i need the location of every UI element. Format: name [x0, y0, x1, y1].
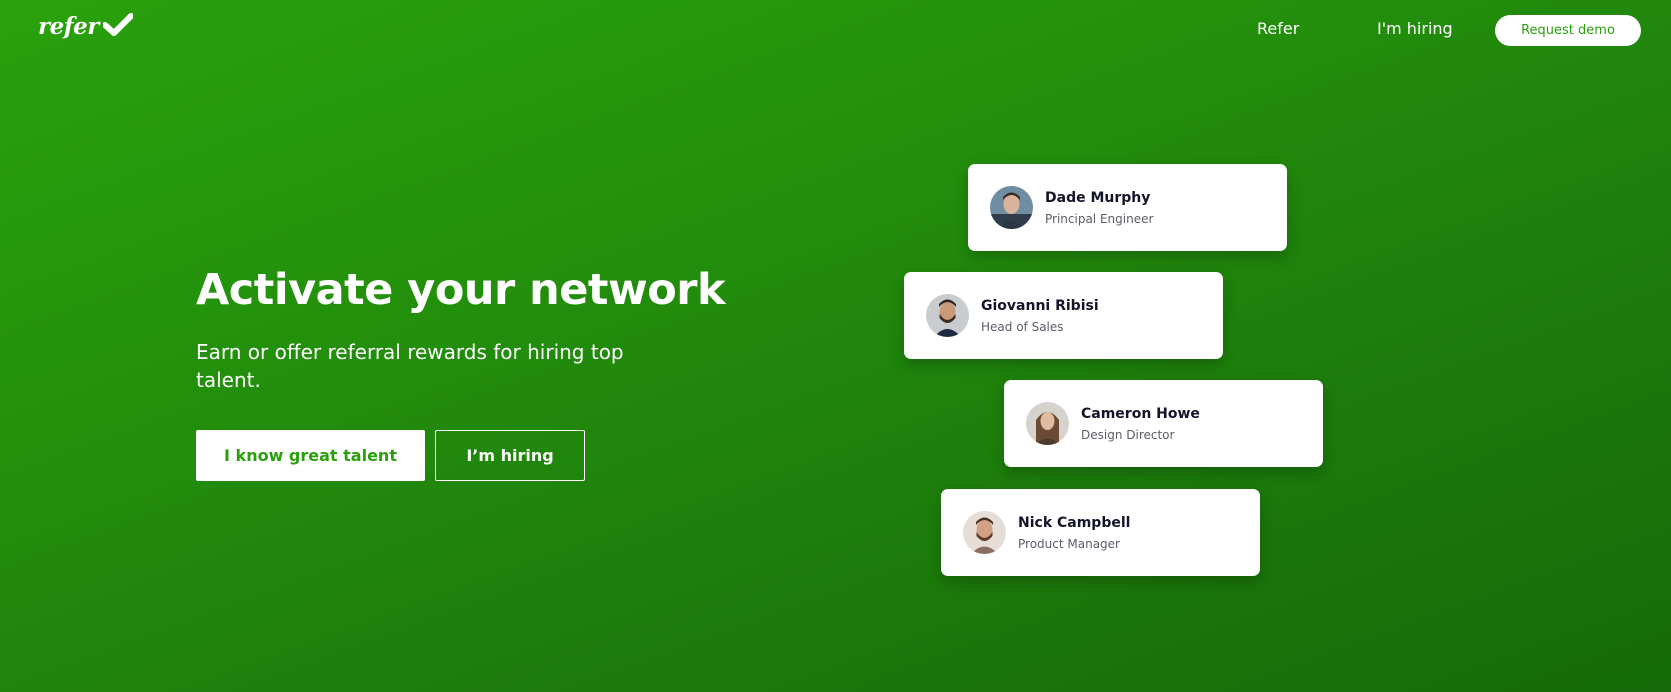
- card-name: Giovanni Ribisi: [981, 297, 1099, 314]
- avatar: [1026, 402, 1069, 445]
- avatar: [963, 511, 1006, 554]
- nav-hiring-link[interactable]: I'm hiring: [1377, 19, 1453, 38]
- avatar: [990, 186, 1033, 229]
- know-talent-button[interactable]: I know great talent: [196, 430, 425, 481]
- profile-card: Dade Murphy Principal Engineer: [968, 164, 1287, 251]
- profile-card: Cameron Howe Design Director: [1004, 380, 1323, 467]
- profile-card: Nick Campbell Product Manager: [941, 489, 1260, 576]
- card-role: Design Director: [1081, 427, 1175, 442]
- im-hiring-button[interactable]: I’m hiring: [435, 430, 585, 481]
- hero-title: Activate your network: [196, 265, 726, 315]
- profile-card: Giovanni Ribisi Head of Sales: [904, 272, 1223, 359]
- card-role: Product Manager: [1018, 536, 1120, 551]
- card-name: Cameron Howe: [1081, 405, 1200, 422]
- hero-subtitle: Earn or offer referral rewards for hirin…: [196, 340, 624, 392]
- logo-text: refer: [38, 13, 99, 40]
- avatar: [926, 294, 969, 337]
- request-demo-button[interactable]: Request demo: [1495, 15, 1641, 46]
- logo[interactable]: refer: [38, 12, 134, 41]
- nav-refer-link[interactable]: Refer: [1257, 19, 1299, 38]
- card-name: Nick Campbell: [1018, 514, 1131, 531]
- card-role: Principal Engineer: [1045, 211, 1154, 226]
- check-icon: [101, 13, 134, 41]
- card-role: Head of Sales: [981, 319, 1064, 334]
- card-name: Dade Murphy: [1045, 189, 1151, 206]
